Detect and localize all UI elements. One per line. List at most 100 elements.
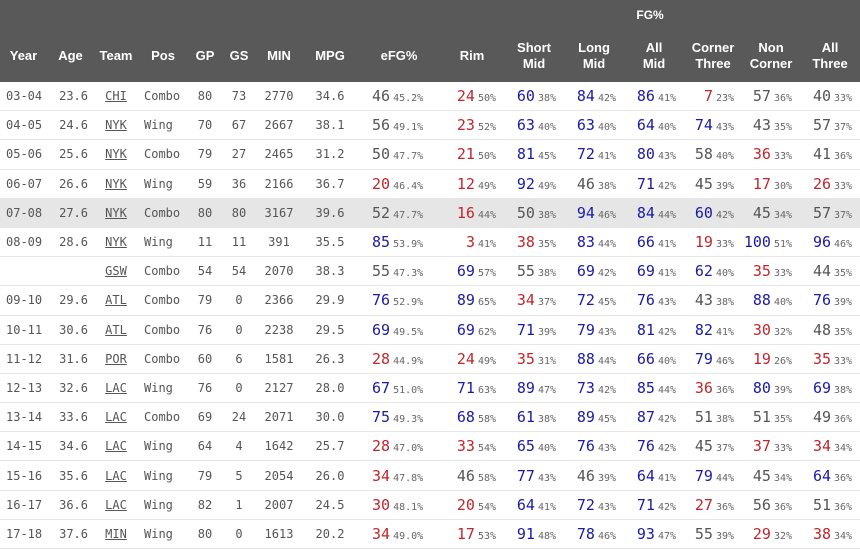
percentile-value: 79	[694, 349, 713, 368]
team-link[interactable]: NYK	[94, 169, 138, 199]
column-header[interactable]: Year	[0, 30, 47, 82]
team-link[interactable]: ATL	[94, 315, 138, 345]
gp-cell: 11	[188, 227, 222, 258]
column-header[interactable]: All Three	[800, 30, 860, 82]
all-mid-cell: 80 43%	[624, 139, 685, 170]
team-link[interactable]: POR	[94, 344, 138, 374]
rim-cell: 21 50%	[440, 139, 505, 170]
column-header[interactable]: Corner Three	[684, 30, 743, 82]
column-header[interactable]: MPG	[302, 30, 358, 82]
percentile-value: 84	[636, 203, 655, 222]
team-link[interactable]: LAC	[94, 431, 138, 462]
percentile-value: 93	[636, 524, 655, 543]
long-mid-cell: 84 42%	[564, 82, 625, 112]
team-link[interactable]: ATL	[105, 323, 127, 337]
gs-cell: 27	[222, 139, 256, 170]
table-row: 16-17 36.6 LAC Wing 82 1 2007 24.5 30 48.1% 20 54% 6…	[0, 490, 860, 520]
team-link[interactable]: MIN	[94, 519, 138, 549]
long-mid-cell: 46 39%	[564, 460, 625, 491]
column-header[interactable]: Long Mid	[564, 30, 625, 82]
short-mid-cell: 64 41%	[504, 490, 565, 520]
age-cell: 36.6	[47, 490, 94, 520]
team-link[interactable]: LAC	[105, 498, 127, 512]
team-link[interactable]: LAC	[94, 460, 138, 491]
percentile-value: 76	[636, 437, 655, 456]
percentile-value: 51	[752, 408, 771, 427]
column-header[interactable]: Age	[47, 30, 94, 82]
pct-value: 44%	[657, 209, 677, 221]
percentile-value: 26	[812, 174, 831, 193]
shooting-stats-table: FG% Year Age Team Pos GP GS MIN MPG eFG% Rim Short…	[0, 0, 860, 549]
all-mid-cell: 81 42%	[624, 315, 685, 345]
team-link[interactable]: GSW	[105, 264, 127, 278]
gs-cell: 73	[222, 82, 256, 112]
non-corner-cell: 19 26%	[742, 344, 801, 374]
position-cell: Combo	[138, 139, 188, 170]
team-link[interactable]: LAC	[94, 402, 138, 433]
percentile-value: 33	[456, 437, 475, 456]
percentile-value: 21	[456, 145, 475, 164]
team-link[interactable]: POR	[105, 352, 127, 366]
column-header[interactable]: GP	[188, 30, 222, 82]
table-row: 17-18 37.6 MIN Wing 80 0 1613 20.2 34 49.0% 17 53% 9…	[0, 519, 860, 549]
all-three-cell: 44 35%	[800, 256, 860, 287]
column-header[interactable]: Non Corner	[742, 30, 801, 82]
percentile-value: 69	[372, 320, 391, 339]
column-header[interactable]: Team	[94, 30, 138, 82]
percentile-value: 20	[372, 174, 391, 193]
team-link[interactable]: NYK	[105, 118, 127, 132]
pct-value: 41%	[657, 472, 677, 484]
mpg-cell: 38.3	[302, 256, 358, 287]
all-mid-cell: 71 42%	[624, 169, 685, 199]
rim-cell: 71 63%	[440, 373, 505, 404]
long-mid-cell: 73 42%	[564, 373, 625, 404]
year-cell: 03-04	[0, 82, 47, 112]
team-link[interactable]: CHI	[105, 89, 127, 103]
team-link[interactable]: NYK	[94, 227, 138, 258]
team-link[interactable]: NYK	[94, 110, 138, 141]
gs-cell: 67	[222, 110, 256, 141]
team-link[interactable]: MIN	[105, 527, 127, 541]
team-link[interactable]: LAC	[94, 373, 138, 404]
column-header[interactable]: eFG%	[358, 30, 441, 82]
team-link[interactable]: LAC	[94, 490, 138, 520]
team-link[interactable]: LAC	[105, 439, 127, 453]
column-header[interactable]: All Mid	[624, 30, 685, 82]
team-link[interactable]: NYK	[105, 177, 127, 191]
percentile-value: 91	[516, 524, 535, 543]
column-header[interactable]: Short Mid	[504, 30, 565, 82]
rim-cell: 69 57%	[440, 256, 505, 287]
team-link[interactable]: NYK	[105, 206, 127, 220]
percentile-value: 55	[694, 524, 713, 543]
team-link[interactable]: NYK	[105, 235, 127, 249]
team-link[interactable]: CHI	[94, 82, 138, 112]
header-group-row: FG%	[0, 0, 860, 30]
percentile-value: 89	[576, 408, 595, 427]
pct-value: 40%	[715, 151, 735, 163]
column-header[interactable]: Rim	[440, 30, 505, 82]
pct-value: 33%	[715, 239, 735, 251]
team-link[interactable]: NYK	[94, 139, 138, 170]
team-link[interactable]: NYK	[94, 198, 138, 228]
team-link[interactable]: ATL	[94, 285, 138, 316]
long-mid-cell: 78 46%	[564, 519, 625, 549]
team-link[interactable]: GSW	[94, 256, 138, 287]
team-link[interactable]: LAC	[105, 410, 127, 424]
percentile-value: 57	[752, 87, 771, 106]
non-corner-cell: 30 32%	[742, 315, 801, 345]
all-three-cell: 57 37%	[800, 198, 860, 228]
gs-cell: 1	[222, 490, 256, 520]
column-header[interactable]: MIN	[256, 30, 302, 82]
percentile-value: 89	[516, 378, 535, 397]
column-header[interactable]: GS	[222, 30, 256, 82]
team-link[interactable]: ATL	[105, 293, 127, 307]
team-link[interactable]: LAC	[105, 381, 127, 395]
pct-value: 39%	[773, 384, 793, 396]
mpg-cell: 31.2	[302, 139, 358, 170]
pct-value: 37%	[715, 443, 735, 455]
pct-value: 65%	[477, 297, 497, 309]
long-mid-cell: 83 44%	[564, 227, 625, 258]
column-header[interactable]: Pos	[138, 30, 188, 82]
team-link[interactable]: NYK	[105, 147, 127, 161]
team-link[interactable]: LAC	[105, 469, 127, 483]
